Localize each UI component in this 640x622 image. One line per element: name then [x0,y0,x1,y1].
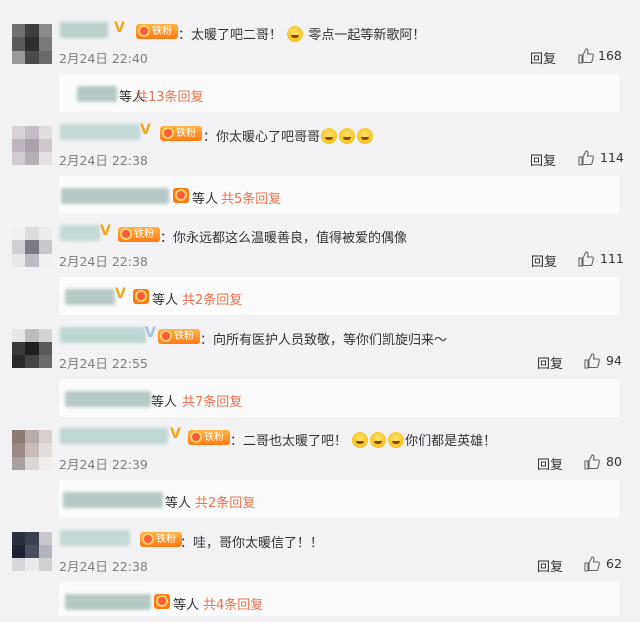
thumbs-up-icon[interactable] [578,48,594,64]
sub-reply-user-blurred[interactable] [77,86,117,102]
fan-badge: 铁粉 [160,125,202,141]
sub-reply-count-link[interactable]: 共4条回复 [203,594,263,613]
comment-text-part1: 二哥也太暖了吧！ [243,434,348,449]
avatar[interactable] [12,125,52,166]
like-count: 168 [598,48,622,63]
verified-icon: V [170,426,181,442]
reply-button[interactable]: 回复 [531,251,557,270]
reply-button[interactable]: 回复 [530,48,556,67]
fan-badge: 铁粉 [118,227,160,242]
comment-text-part1: 太暖了吧二哥！ [191,28,283,43]
like-count: 62 [606,555,622,571]
reply-button[interactable]: 回复 [537,556,563,575]
fan-badge: 铁粉 [158,328,200,344]
crying-face-icon [321,127,338,144]
verified-icon: V [140,121,151,138]
comment-text: ：你永远都这么温暖善良，值得被爱的偶像 [160,231,408,246]
thumbs-up-icon[interactable] [578,149,594,166]
reply-button[interactable]: 回复 [537,454,563,473]
sub-reply-user-blurred[interactable] [61,187,169,204]
crying-face-icon [352,432,369,448]
username-blurred[interactable] [60,123,140,140]
crying-face-icon [287,26,304,42]
reply-button[interactable]: 回复 [537,353,563,372]
fan-badge-icon [154,593,170,609]
comment-item: 铁粉 ：哇，哥你太暖信了！！ 2月24日 22:38 回复 62 等人 共4条回… [0,508,640,616]
like-count: 94 [606,352,622,368]
fan-badge: 铁粉 [188,430,230,445]
comment-item: V 铁粉 ：二哥也太暖了吧！ 你们都是英雄！ 2月24日 22:39 回复 80… [0,406,640,518]
fan-badge-icon [133,289,149,304]
fan-badge: 铁粉 [140,531,182,547]
avatar[interactable] [12,24,52,64]
comment-item: V 铁粉 ：你永远都这么温暖善良，值得被爱的偶像 2月24日 22:38 回复 … [0,203,640,315]
comment-text-part2: 你们都是英雄！ [405,434,497,449]
thumbs-up-icon[interactable] [584,454,600,470]
sub-reply-user-blurred[interactable] [65,593,151,610]
comment-text: ：向所有医护人员致敬，等你们凯旋归来～ [200,332,448,348]
username-blurred[interactable] [60,428,168,444]
comment-item: V 铁粉 ：太暖了吧二哥！ 零点一起等新歌阿！ 2月24日 22:40 回复 1… [0,0,640,112]
comment-text-part1: 哇，哥你太暖信了！！ [193,535,324,551]
like-count: 114 [600,149,624,165]
comment-item: V 铁粉 ：向所有医护人员致敬，等你们凯旋归来～ 2月24日 22:55 回复 … [0,305,640,417]
comment-item: V 铁粉 ：你太暖心了吧哥哥 2月24日 22:38 回复 114 等人 共5条… [0,102,640,214]
comment-time: 2月24日 22:38 [59,254,148,269]
fan-badge: 铁粉 [136,24,178,39]
comment-text-part1: 向所有医护人员致敬，等你们凯旋归来～ [213,332,448,348]
comment-time: 2月24日 22:38 [59,152,148,168]
like-count: 80 [606,454,622,469]
avatar[interactable] [12,430,52,470]
username-blurred[interactable] [60,225,100,241]
username-blurred[interactable] [60,326,146,343]
comment-time: 2月24日 22:39 [59,457,148,472]
like-count: 111 [600,251,624,266]
comment-text: ：太暖了吧二哥！ 零点一起等新歌阿！ [178,26,426,43]
verified-icon: V [100,223,111,239]
comment-text: ：二哥也太暖了吧！ 你们都是英雄！ [230,432,497,449]
sub-reply-user-blurred[interactable] [63,492,163,508]
comment-feed: V 铁粉 ：太暖了吧二哥！ 零点一起等新歌阿！ 2月24日 22:40 回复 1… [0,0,640,622]
sub-reply-suffix: 等人 [173,597,200,613]
fan-badge-icon [173,187,189,203]
username-blurred[interactable] [60,22,108,38]
comment-text-part1: 你永远都这么温暖善良，值得被爱的偶像 [173,231,408,246]
avatar[interactable] [12,531,52,572]
sub-replies[interactable]: 等人 共4条回复 [59,581,619,616]
crying-face-icon [370,432,387,448]
username-blurred[interactable] [60,529,130,546]
comment-text: ：哇，哥你太暖信了！！ [180,535,324,551]
reply-button[interactable]: 回复 [530,150,556,169]
verified-icon: V [114,20,125,36]
comment-time: 2月24日 22:38 [59,558,148,574]
comment-text: ：你太暖心了吧哥哥 [203,126,374,145]
avatar[interactable] [12,328,52,369]
sub-reply-user-blurred[interactable] [65,390,151,407]
crying-face-icon [339,127,356,144]
crying-face-icon [388,432,405,448]
comment-text-part1: 你太暖心了吧哥哥 [216,129,321,145]
crying-face-icon [357,127,374,144]
verified-icon: V [115,286,126,302]
sub-reply-user-blurred[interactable] [65,289,115,305]
comment-text-part2: 零点一起等新歌阿！ [308,28,426,43]
comment-time: 2月24日 22:40 [59,51,148,66]
verified-icon: V [145,324,156,341]
comment-time: 2月24日 22:55 [59,355,148,371]
thumbs-up-icon[interactable] [578,251,594,267]
thumbs-up-icon[interactable] [584,555,600,572]
avatar[interactable] [12,227,52,267]
thumbs-up-icon[interactable] [584,352,600,369]
